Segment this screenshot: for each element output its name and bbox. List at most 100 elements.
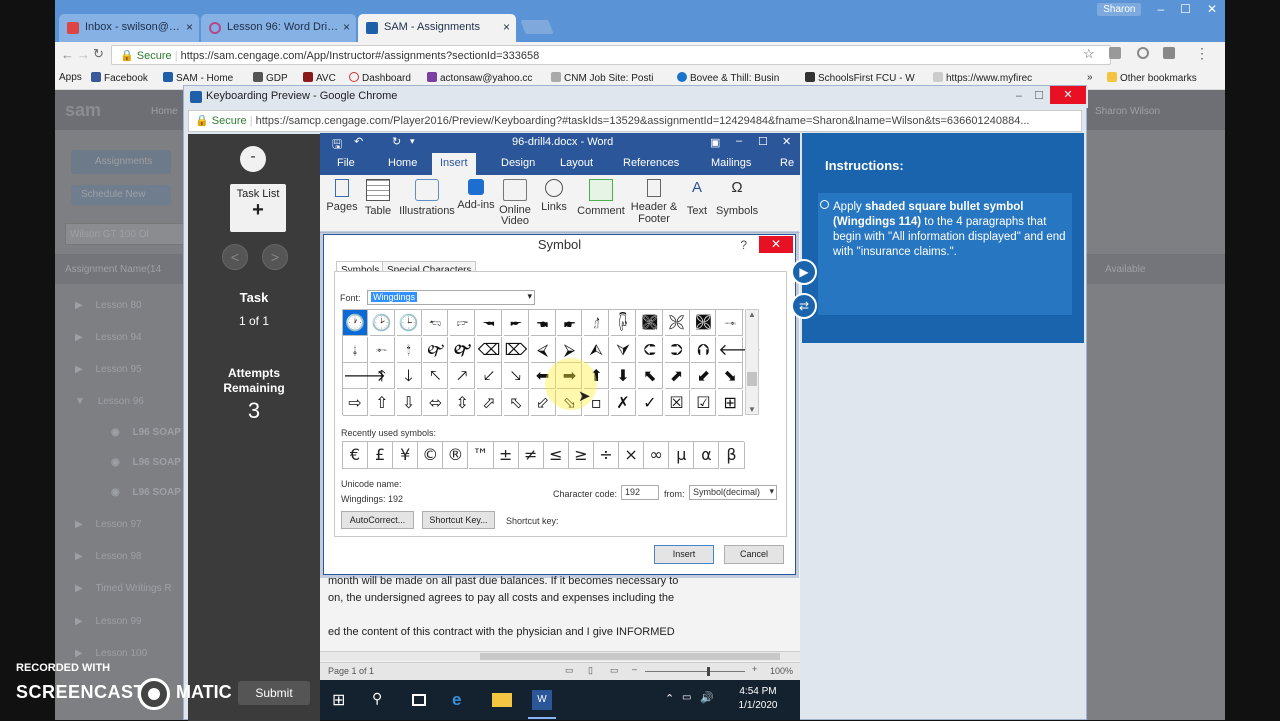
comment-button[interactable]: Comment [576, 179, 626, 217]
recent-symbol-cell[interactable]: α [694, 442, 720, 469]
outer-tab-sam[interactable]: SAM - Assignments × [358, 14, 516, 42]
symbol-cell[interactable]: ⬊ [718, 363, 744, 389]
bookmark[interactable]: CNM Job Site: Posti [551, 72, 663, 84]
star-icon[interactable]: ☆ [1083, 46, 1095, 62]
symbol-cell[interactable]: 🙬 [718, 310, 744, 336]
recent-symbol-cell[interactable]: × [619, 442, 645, 469]
symbol-cell[interactable]: 🖜 [530, 310, 556, 336]
task-view-icon[interactable] [412, 694, 426, 706]
table-button[interactable]: Table [362, 179, 394, 217]
symbol-cell[interactable]: 🙫 [691, 310, 717, 336]
close-icon[interactable]: ✕ [1207, 2, 1217, 16]
tab-references[interactable]: References [623, 157, 679, 169]
symbol-cell[interactable]: ⮛ [611, 336, 636, 363]
outer-url-field[interactable]: 🔒 Secure | https://sam.cengage.com/App/I… [111, 45, 1111, 65]
recent-symbol-cell[interactable]: ® [443, 442, 469, 469]
scroll-thumb[interactable] [480, 653, 780, 660]
bookmark[interactable]: Bovee & Thill: Busin [677, 72, 791, 84]
symbol-cell[interactable]: 🙩 [637, 310, 663, 336]
maximize-icon[interactable]: ☐ [758, 135, 768, 148]
close-button[interactable]: ✕ [759, 236, 793, 253]
symbol-cell[interactable]: ⬁ [503, 389, 529, 416]
extension-icon[interactable] [1109, 47, 1121, 59]
outer-tab-inbox[interactable]: Inbox - swilson@avc.edu × [59, 14, 199, 42]
reload-icon[interactable]: ↻ [93, 46, 104, 62]
clock[interactable]: 4:54 PM 1/1/2020 [718, 685, 798, 713]
recent-symbol-cell[interactable]: ± [493, 442, 519, 469]
symbol-cell[interactable]: ⮙ [584, 336, 610, 363]
symbol-cell[interactable]: 🖙 [450, 310, 476, 336]
symbol-cell[interactable]: 🙱 [450, 336, 476, 363]
shortcut-key-button[interactable]: Shortcut Key... [422, 511, 495, 529]
recent-symbol-cell[interactable]: ÷ [594, 442, 619, 469]
collapse-button[interactable]: - [240, 146, 266, 172]
symbol-cell[interactable]: ✗ [611, 389, 636, 416]
scroll-down-icon[interactable]: ▼ [748, 405, 756, 414]
menu-icon[interactable]: ⋮ [1195, 45, 1209, 62]
submit-button[interactable]: Submit [238, 681, 310, 705]
windows-start-icon[interactable]: ⊞ [332, 690, 352, 710]
pages-button[interactable]: Pages [324, 179, 360, 213]
add-ins-button[interactable]: Add-ins [456, 179, 496, 211]
horizontal-scrollbar[interactable] [320, 651, 800, 661]
outer-tab-lesson[interactable]: Lesson 96: Word Drills: 2 × [201, 14, 356, 42]
print-layout-icon[interactable]: ▯ [588, 665, 593, 676]
symbol-cell[interactable]: ⇳ [450, 389, 476, 416]
symbol-cell[interactable]: 🙪 [664, 310, 690, 336]
symbol-cell[interactable]: 🡒 [343, 363, 386, 389]
bookmark[interactable]: actonsaw@yahoo.cc [427, 72, 539, 84]
tab-mailings[interactable]: Mailings [711, 157, 751, 169]
symbol-cell[interactable]: 🖛 [503, 310, 529, 336]
bookmark[interactable]: GDP [253, 72, 288, 84]
autocorrect-button[interactable]: AutoCorrect... [341, 511, 414, 529]
close-icon[interactable]: × [503, 20, 510, 34]
symbol-cell[interactable]: ⬇ [611, 363, 636, 389]
previous-task-button[interactable]: < [222, 244, 248, 270]
undo-icon[interactable]: ↶ [354, 135, 363, 148]
symbol-cell[interactable]: 🖚 [477, 310, 502, 336]
zoom-slider[interactable] [645, 667, 745, 676]
radio-icon[interactable] [820, 200, 829, 209]
zoom-in-icon[interactable]: + [752, 664, 757, 674]
recent-symbol-cell[interactable]: © [418, 442, 444, 469]
user-badge[interactable]: Sharon [1097, 2, 1142, 16]
recent-symbol-cell[interactable]: ≠ [518, 442, 544, 469]
font-select[interactable]: Wingdings ▾ [367, 290, 535, 305]
maximize-icon[interactable]: ☐ [1034, 89, 1044, 102]
close-icon[interactable]: × [343, 20, 350, 34]
recent-symbol-cell[interactable]: ™ [468, 442, 494, 469]
edge-icon[interactable]: e [452, 690, 472, 710]
maximize-icon[interactable]: ☐ [1180, 2, 1191, 16]
symbol-cell[interactable]: 🡓 [396, 363, 422, 389]
header-footer-button[interactable]: Header & Footer [630, 179, 678, 225]
symbol-cell[interactable]: 🡑 [369, 363, 395, 389]
bookmark[interactable]: Apps [59, 72, 82, 83]
symbol-cell[interactable]: 🡕 [450, 363, 476, 389]
recent-symbol-cell[interactable]: ≥ [568, 442, 594, 469]
symbol-cell[interactable]: ⬉ [637, 363, 663, 389]
cancel-button[interactable]: Cancel [724, 545, 784, 564]
popup-url-field[interactable]: 🔒 Secure | https://samcp.cengage.com/Pla… [188, 110, 1082, 132]
symbol-cell[interactable]: 🕑 [369, 310, 395, 336]
symbol-cell[interactable]: ⇩ [396, 389, 422, 416]
back-icon[interactable]: ← [61, 47, 74, 62]
symbol-cell[interactable]: 🡖 [503, 363, 529, 389]
bookmark[interactable]: Dashboard [349, 72, 411, 84]
from-select[interactable]: Symbol(decimal) ▾ [689, 485, 777, 500]
symbol-cell[interactable]: ⮊ [664, 336, 690, 363]
symbol-cell[interactable]: 🡗 [477, 363, 502, 389]
tab-home[interactable]: Home [388, 157, 417, 169]
redo-icon[interactable]: ↻ [392, 135, 401, 148]
illustrations-button[interactable]: Illustrations [398, 179, 456, 217]
play-icon[interactable]: ▶ [791, 259, 817, 285]
symbol-cell[interactable]: 🖞 [584, 310, 610, 336]
symbol-cell[interactable]: 🖘 [423, 310, 449, 336]
tab-insert[interactable]: Insert [432, 153, 476, 175]
read-mode-icon[interactable]: ▭ [565, 665, 574, 676]
symbol-cell[interactable]: 🖝 [557, 310, 583, 336]
online-video-button[interactable]: Online Video [496, 179, 534, 227]
symbol-cell[interactable]: 🙯 [396, 336, 422, 363]
symbol-cell[interactable]: ⇧ [369, 389, 395, 416]
symbol-cell[interactable]: 🖟 [611, 310, 636, 336]
minimize-icon[interactable]: – [1157, 2, 1164, 16]
